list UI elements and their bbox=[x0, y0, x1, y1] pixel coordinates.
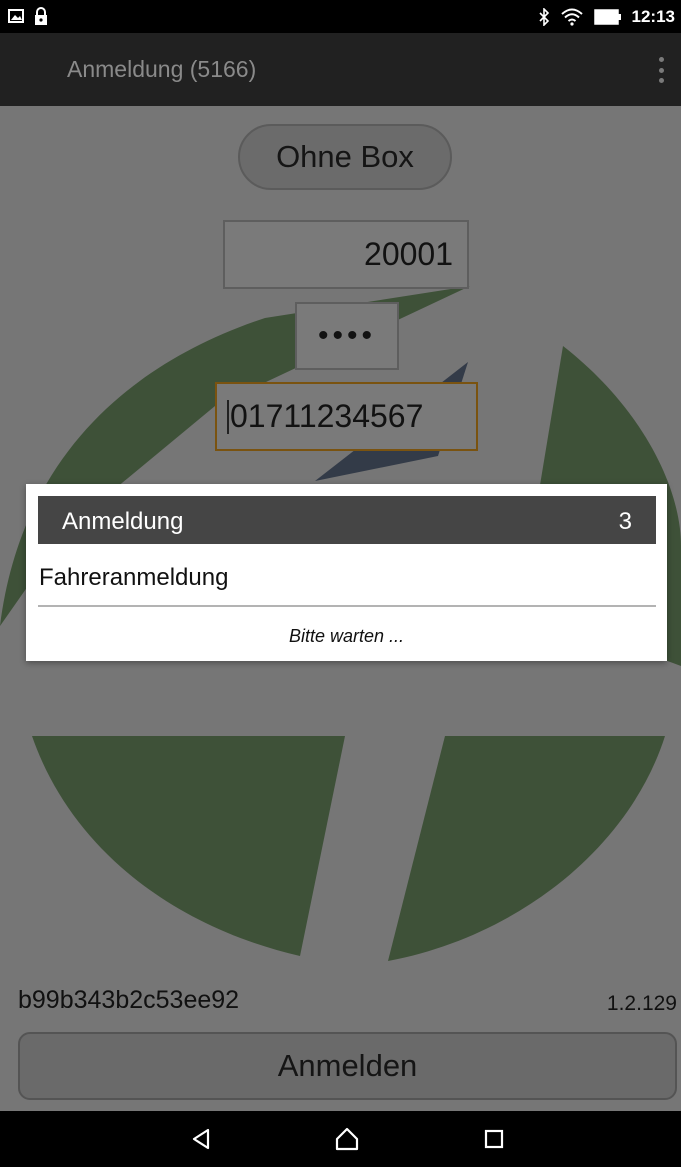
dialog-wait-text: Bitte warten ... bbox=[288, 626, 405, 646]
user-number-field[interactable]: 20001 bbox=[223, 220, 469, 289]
image-notification-icon bbox=[8, 9, 24, 23]
dialog-counter: 3 bbox=[618, 508, 632, 535]
device-id: b99b343b2c53ee92 bbox=[18, 986, 240, 1014]
app-bar: Anmeldung (5166) bbox=[0, 33, 681, 106]
pin-value: •••• bbox=[317, 319, 376, 352]
dialog-divider bbox=[38, 605, 656, 607]
bluetooth-icon bbox=[538, 8, 549, 26]
lock-icon bbox=[35, 7, 47, 25]
app-version: 1.2.129 bbox=[606, 992, 677, 1015]
progress-dialog: Anmeldung 3 Fahreranmeldung Bitte warten… bbox=[26, 484, 667, 661]
dialog-message: Fahreranmeldung bbox=[39, 564, 229, 591]
dialog-title: Anmeldung bbox=[62, 508, 184, 535]
home-icon[interactable] bbox=[333, 1125, 361, 1153]
user-number-value: 20001 bbox=[364, 236, 453, 272]
wifi-icon bbox=[560, 8, 583, 26]
battery-icon bbox=[593, 9, 621, 25]
recents-icon[interactable] bbox=[480, 1125, 508, 1153]
status-bar: 12:13 bbox=[0, 0, 681, 33]
login-button[interactable]: Anmelden bbox=[18, 1032, 677, 1100]
app-bar-title: Anmeldung (5166) bbox=[67, 56, 257, 82]
dialog-header: Anmeldung 3 bbox=[38, 496, 656, 544]
pin-field[interactable]: •••• bbox=[295, 302, 399, 370]
back-icon[interactable] bbox=[188, 1125, 216, 1153]
navigation-bar bbox=[0, 1111, 681, 1167]
phone-number-value: 01711234567 bbox=[230, 398, 424, 434]
phone-number-field[interactable]: 01711234567 bbox=[215, 382, 478, 451]
more-vertical-icon[interactable] bbox=[657, 57, 665, 83]
ohne-box-button[interactable]: Ohne Box bbox=[238, 124, 452, 190]
text-cursor bbox=[227, 399, 229, 434]
status-time: 12:13 bbox=[631, 7, 675, 26]
